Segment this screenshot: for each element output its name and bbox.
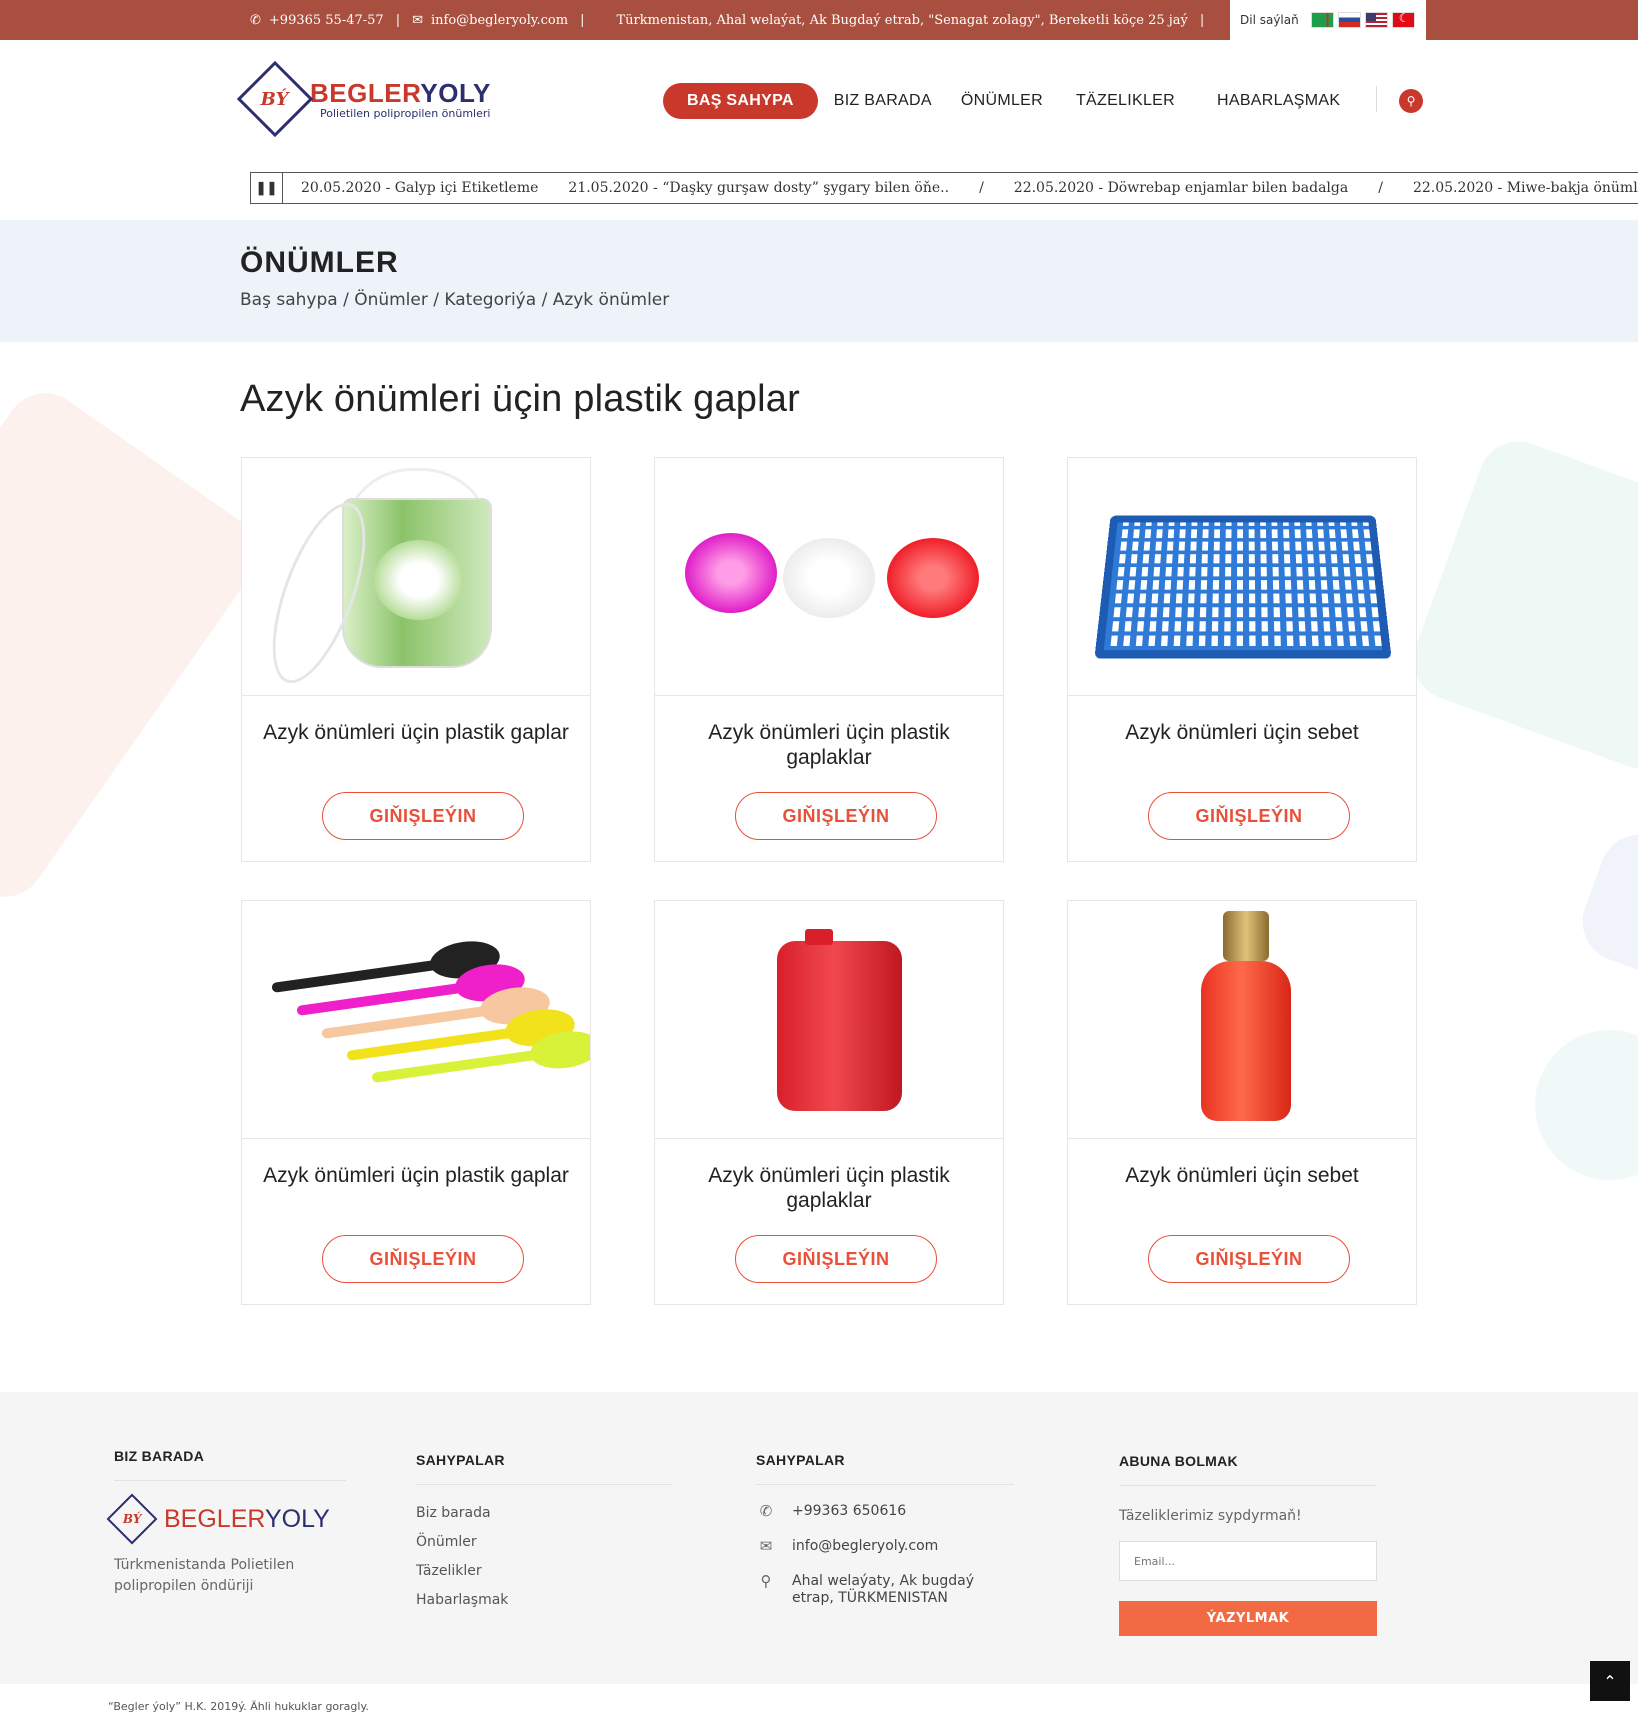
footer-link-about[interactable]: Biz barada	[416, 1505, 672, 1521]
footer-heading: SAHYPALAR	[416, 1452, 672, 1485]
footer-address: ⚲ Ahal welaýaty, Ak bugdaý etrap, TÜRKME…	[756, 1573, 1014, 1607]
email-field[interactable]	[1119, 1541, 1377, 1581]
english-flag-icon[interactable]	[1365, 12, 1388, 28]
product-image[interactable]	[1068, 901, 1416, 1139]
nav-item-news[interactable]: TÄZELIKLER	[1076, 92, 1175, 110]
product-card: Azyk önümleri üçin sebet GIŇIŞLEÝIN	[1067, 457, 1417, 862]
section-title: Azyk önümleri üçin plastik gaplar	[240, 378, 800, 421]
russian-flag-icon[interactable]	[1338, 12, 1361, 28]
logo-mark-icon: BÝ	[237, 61, 313, 137]
news-ticker: ❚❚ 20.05.2020 - Galyp içi Etiketleme 21.…	[250, 172, 1638, 204]
background-shape	[1535, 1030, 1638, 1180]
top-bar: ✆ +99365 55-47-57 | ✉ info@begleryoly.co…	[0, 0, 1638, 40]
footer-link-news[interactable]: Täzelikler	[416, 1563, 672, 1579]
footer-link-contact[interactable]: Habarlaşmak	[416, 1592, 672, 1608]
search-button[interactable]: ⚲	[1399, 89, 1423, 113]
footer-link-products[interactable]: Önümler	[416, 1534, 672, 1550]
footer-heading: SAHYPALAR	[756, 1452, 1014, 1485]
ticker-item[interactable]: 22.05.2020 - Miwe-bakja önümleri gaplama…	[1413, 180, 1638, 196]
phone-icon: ✆	[250, 13, 261, 28]
product-title[interactable]: Azyk önümleri üçin plastik gaplaklar	[675, 720, 983, 770]
product-image[interactable]	[655, 458, 1003, 696]
background-shape	[1402, 430, 1638, 779]
back-to-top-button[interactable]: ⌃	[1590, 1661, 1630, 1701]
product-image[interactable]	[242, 458, 590, 696]
ticker-item[interactable]: 22.05.2020 - Döwrebap enjamlar bilen bad…	[1014, 180, 1348, 196]
turkish-flag-icon[interactable]	[1392, 12, 1415, 28]
language-selector: Dil saýlaň	[1230, 0, 1426, 40]
product-title[interactable]: Azyk önümleri üçin plastik gaplar	[262, 1163, 570, 1188]
address-text: Türkmenistan, Ahal welaýat, Ak Bugdaý et…	[616, 13, 1187, 28]
footer-about: BIZ BARADA BÝ BEGLERYOLY Türkmenistanda …	[114, 1448, 346, 1597]
details-button[interactable]: GIŇIŞLEÝIN	[735, 792, 937, 840]
subscribe-text: Täzeliklerimiz sypdyrmaň!	[1119, 1506, 1377, 1527]
product-image[interactable]	[1068, 458, 1416, 696]
site-logo[interactable]: BÝ BEGLERYOLY Polietilen polipropilen ön…	[248, 72, 491, 126]
breadcrumb[interactable]: Baş sahypa / Önümler / Kategoriýa / Azyk…	[240, 290, 669, 310]
nav-divider	[1376, 86, 1377, 112]
product-card: Azyk önümleri üçin plastik gaplaklar GIŇ…	[654, 457, 1004, 862]
product-card: Azyk önümleri üçin plastik gaplar GIŇIŞL…	[241, 900, 591, 1305]
language-label: Dil saýlaň	[1240, 13, 1299, 27]
nav-item-about[interactable]: BIZ BARADA	[834, 92, 932, 110]
background-shape	[1571, 823, 1638, 986]
copyright: “Begler ýoly” H.K. 2019ý. Ähli hukuklar …	[108, 1700, 369, 1713]
logo-tagline: Polietilen polipropilen önümleri	[310, 107, 491, 120]
footer-logo[interactable]: BÝ BEGLERYOLY	[114, 1501, 346, 1537]
footer-subscribe: ABUNA BOLMAK Täzeliklerimiz sypdyrmaň! Ý…	[1119, 1453, 1377, 1636]
pause-button[interactable]: ❚❚	[251, 172, 283, 204]
product-title[interactable]: Azyk önümleri üçin plastik gaplar	[262, 720, 570, 745]
background-shape	[0, 378, 273, 913]
product-title[interactable]: Azyk önümleri üçin sebet	[1088, 720, 1396, 745]
footer-about-text: Türkmenistanda Polietilen polipropilen ö…	[114, 1555, 346, 1597]
footer-phone[interactable]: ✆ +99363 650616	[756, 1503, 1014, 1520]
location-pin-icon: ⚲	[756, 1573, 776, 1590]
product-card: Azyk önümleri üçin plastik gaplar GIŇIŞL…	[241, 457, 591, 862]
details-button[interactable]: GIŇIŞLEÝIN	[1148, 792, 1350, 840]
details-button[interactable]: GIŇIŞLEÝIN	[322, 1235, 524, 1283]
turkmen-flag-icon[interactable]	[1311, 12, 1334, 28]
search-icon: ⚲	[1407, 94, 1416, 108]
page-title: ÖNÜMLER	[240, 246, 399, 280]
site-footer: BIZ BARADA BÝ BEGLERYOLY Türkmenistanda …	[0, 1392, 1638, 1684]
footer-pages: SAHYPALAR Biz barada Önümler Täzelikler …	[416, 1452, 672, 1608]
pause-icon: ❚❚	[256, 181, 278, 196]
ticker-item[interactable]: 20.05.2020 - Galyp içi Etiketleme	[301, 180, 538, 196]
footer-heading: ABUNA BOLMAK	[1119, 1453, 1377, 1486]
footer-heading: BIZ BARADA	[114, 1448, 346, 1481]
footer-contact: SAHYPALAR ✆ +99363 650616 ✉ info@beglery…	[756, 1452, 1014, 1607]
product-image[interactable]	[242, 901, 590, 1139]
email-link[interactable]: ✉ info@begleryoly.com	[412, 13, 568, 28]
contact-info: ✆ +99365 55-47-57 | ✉ info@begleryoly.co…	[250, 0, 1323, 40]
envelope-icon: ✉	[412, 13, 423, 28]
product-card: Azyk önümleri üçin sebet GIŇIŞLEÝIN	[1067, 900, 1417, 1305]
envelope-icon: ✉	[756, 1538, 776, 1555]
details-button[interactable]: GIŇIŞLEÝIN	[322, 792, 524, 840]
phone-link[interactable]: ✆ +99365 55-47-57	[250, 13, 384, 28]
ticker-item[interactable]: 21.05.2020 - “Daşky gurşaw dosty” şygary…	[568, 180, 949, 196]
nav-item-contact[interactable]: HABARLAŞMAK	[1217, 92, 1340, 110]
product-image[interactable]	[655, 901, 1003, 1139]
details-button[interactable]: GIŇIŞLEÝIN	[735, 1235, 937, 1283]
nav-item-products[interactable]: ÖNÜMLER	[961, 92, 1043, 110]
main-nav: BAŞ SAHYPA BIZ BARADA ÖNÜMLER TÄZELIKLER…	[663, 83, 1340, 119]
footer-email[interactable]: ✉ info@begleryoly.com	[756, 1538, 1014, 1555]
logo-mark-icon: BÝ	[107, 1494, 158, 1545]
chevron-up-icon: ⌃	[1603, 1672, 1616, 1691]
details-button[interactable]: GIŇIŞLEÝIN	[1148, 1235, 1350, 1283]
product-title[interactable]: Azyk önümleri üçin plastik gaplaklar	[675, 1163, 983, 1213]
subscribe-button[interactable]: ÝAZYLMAK	[1119, 1601, 1377, 1636]
product-title[interactable]: Azyk önümleri üçin sebet	[1088, 1163, 1396, 1188]
nav-item-home[interactable]: BAŞ SAHYPA	[663, 83, 818, 119]
product-card: Azyk önümleri üçin plastik gaplaklar GIŇ…	[654, 900, 1004, 1305]
phone-icon: ✆	[756, 1503, 776, 1520]
page-header: ÖNÜMLER Baş sahypa / Önümler / Kategoriý…	[0, 220, 1638, 342]
